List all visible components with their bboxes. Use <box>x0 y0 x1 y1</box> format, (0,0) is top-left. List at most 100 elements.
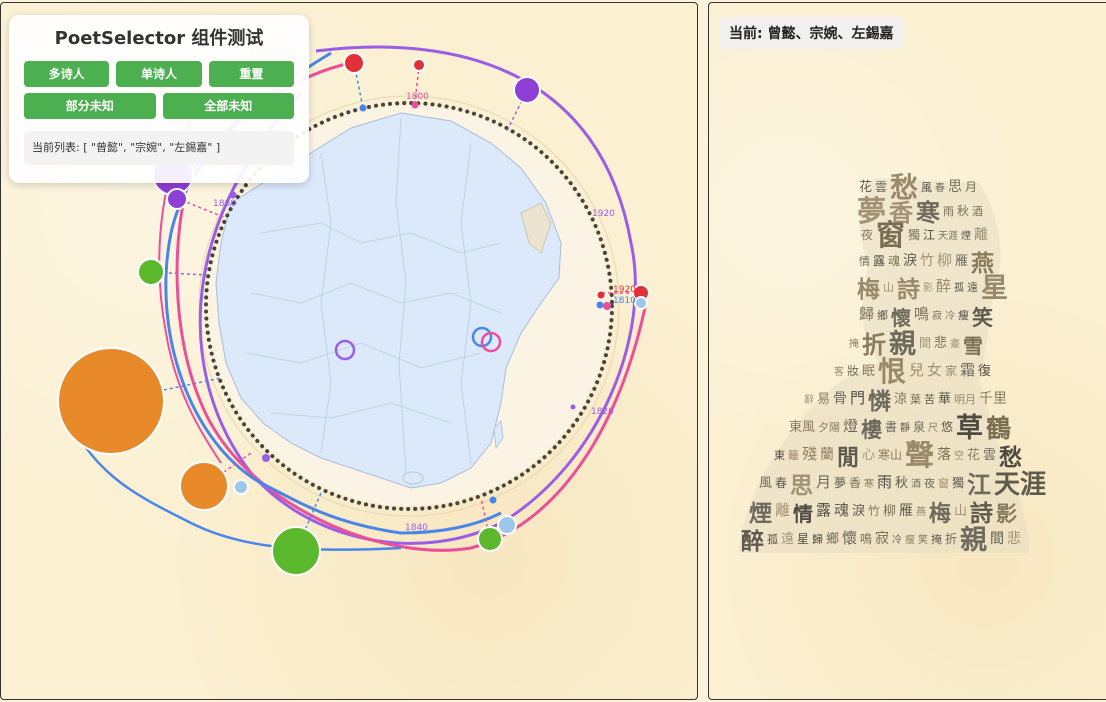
cloud-word[interactable]: 情 <box>859 255 870 268</box>
cloud-word[interactable]: 星 <box>797 532 809 546</box>
cloud-word[interactable]: 閒 <box>837 446 859 471</box>
cloud-word[interactable]: 山 <box>954 504 967 519</box>
bubble-purple-top[interactable] <box>513 76 541 104</box>
cloud-word[interactable]: 竹 <box>868 504 880 518</box>
cloud-word[interactable]: 心 <box>862 448 875 463</box>
cloud-word[interactable]: 燈 <box>843 417 858 435</box>
cloud-word[interactable]: 蘭 <box>820 447 834 463</box>
cloud-word[interactable]: 煙 <box>749 501 772 527</box>
cloud-word[interactable]: 落 <box>937 447 951 463</box>
cloud-word[interactable]: 涼 <box>894 392 907 407</box>
cloud-word[interactable]: 復 <box>978 363 991 379</box>
cloud-word[interactable]: 門 <box>850 389 865 407</box>
cloud-word[interactable]: 酒 <box>972 205 983 218</box>
cloud-word[interactable]: 雲 <box>983 448 996 463</box>
cloud-word[interactable]: 天涯 <box>938 229 958 242</box>
cloud-word[interactable]: 辭 <box>804 393 814 406</box>
cloud-word[interactable]: 悠 <box>941 419 953 434</box>
cloud-word[interactable]: 夕陽 <box>818 421 840 434</box>
cloud-word[interactable]: 詩 <box>970 501 993 527</box>
bubble-red-top[interactable] <box>343 52 365 74</box>
cloud-word[interactable]: 孤 <box>767 533 778 546</box>
cloud-word[interactable]: 鳴 <box>860 532 872 546</box>
cloud-word[interactable]: 尺 <box>928 422 938 434</box>
bubble-orange-large[interactable] <box>57 347 165 455</box>
cloud-word[interactable]: 月 <box>816 473 831 491</box>
cloud-word[interactable]: 魂 <box>888 253 900 268</box>
cloud-word[interactable]: 寒山 <box>878 447 902 462</box>
cloud-word[interactable]: 江 <box>923 228 935 242</box>
cloud-word[interactable]: 獨 <box>908 227 920 242</box>
cloud-word[interactable]: 間 <box>990 531 1004 547</box>
cloud-word[interactable]: 寂 <box>875 531 889 547</box>
multi-poet-button[interactable]: 多诗人 <box>24 61 110 87</box>
cloud-word[interactable]: 雨 <box>877 473 892 491</box>
cloud-word[interactable]: 夢 <box>834 476 846 490</box>
cloud-word[interactable]: 笑 <box>972 306 993 330</box>
cloud-word[interactable]: 窗 <box>938 476 949 490</box>
bubble-green-small[interactable] <box>477 526 503 552</box>
cloud-word[interactable]: 梅 <box>857 276 880 303</box>
cloud-word[interactable]: 孤 <box>954 282 964 294</box>
cloud-word[interactable]: 愁 <box>999 445 1022 471</box>
cloud-word[interactable]: 柳 <box>883 504 896 519</box>
cloud-word[interactable]: 鄉 <box>826 531 839 547</box>
cloud-word[interactable]: 山 <box>883 281 894 294</box>
cloud-word[interactable]: 思 <box>948 179 962 195</box>
cloud-word[interactable]: 情 <box>793 502 813 526</box>
cloud-word[interactable]: 淚 <box>903 252 917 269</box>
cloud-word[interactable]: 鄉 <box>877 309 888 322</box>
cloud-word[interactable]: 竹 <box>920 253 934 269</box>
partial-unknown-button[interactable]: 部分未知 <box>24 93 156 119</box>
cloud-word[interactable]: 明月 <box>954 393 976 406</box>
cloud-word[interactable]: 煙 <box>961 230 971 242</box>
cloud-word[interactable]: 易 <box>817 392 830 407</box>
cloud-word[interactable]: 東風 <box>789 419 815 435</box>
cloud-word[interactable]: 聲 <box>905 438 934 472</box>
cloud-word[interactable]: 秋 <box>895 476 908 491</box>
cloud-word[interactable]: 親 <box>960 525 987 556</box>
cloud-word[interactable]: 空 <box>954 449 964 462</box>
cloud-word[interactable]: 花 <box>967 447 980 463</box>
cloud-word[interactable]: 憐 <box>868 389 892 415</box>
single-poet-button[interactable]: 单诗人 <box>116 61 202 87</box>
cloud-word[interactable]: 骨 <box>833 391 847 407</box>
cloud-word[interactable]: 家 <box>945 363 957 378</box>
cloud-word[interactable]: 瘦 <box>905 533 915 546</box>
cloud-word[interactable]: 畫 <box>950 337 960 350</box>
cloud-word[interactable]: 懷 <box>842 529 857 547</box>
bubble-purple-small[interactable] <box>166 188 188 210</box>
cloud-word[interactable]: 寒 <box>864 477 874 490</box>
cloud-word[interactable]: 悲 <box>934 335 947 351</box>
cloud-word[interactable]: 千里 <box>979 391 1007 407</box>
cloud-word[interactable]: 雁 <box>955 254 968 269</box>
cloud-word[interactable]: 折 <box>945 531 957 546</box>
cloud-word[interactable]: 窗 <box>876 218 905 252</box>
cloud-word[interactable]: 春 <box>775 476 787 490</box>
cloud-word[interactable]: 霜 <box>960 361 975 379</box>
cloud-word[interactable]: 掩 <box>931 532 942 546</box>
cloud-word[interactable]: 鶴 <box>986 414 1011 443</box>
cloud-word[interactable]: 風 <box>921 181 932 194</box>
cloud-word[interactable]: 詩 <box>897 277 920 303</box>
cloud-word[interactable]: 醉 <box>741 528 764 555</box>
cloud-word[interactable]: 花 <box>859 179 872 195</box>
cloud-word[interactable]: 雲 <box>875 180 887 194</box>
cloud-word[interactable]: 影 <box>996 502 1017 526</box>
cloud-word[interactable]: 鳴 <box>914 305 929 323</box>
cloud-word[interactable]: 影 <box>923 282 933 294</box>
cloud-word[interactable]: 女 <box>927 361 942 379</box>
cloud-word[interactable]: 遠 <box>781 532 794 547</box>
cloud-word[interactable]: 天涯 <box>994 470 1046 500</box>
cloud-word[interactable]: 兒 <box>909 361 924 379</box>
cloud-word[interactable]: 間 <box>919 336 931 350</box>
cloud-word[interactable]: 柳 <box>937 251 952 269</box>
cloud-word[interactable]: 魂 <box>834 501 849 519</box>
bubble-lightblue-bottom[interactable] <box>233 479 249 495</box>
cloud-word[interactable]: 靜 <box>900 421 910 434</box>
cloud-word[interactable]: 書 <box>885 420 897 434</box>
bubble-lightblue-bottom-right[interactable] <box>497 515 517 535</box>
cloud-word[interactable]: 春 <box>935 182 945 194</box>
cloud-word[interactable]: 歸 <box>859 305 874 323</box>
cloud-word[interactable]: 思 <box>790 473 813 499</box>
